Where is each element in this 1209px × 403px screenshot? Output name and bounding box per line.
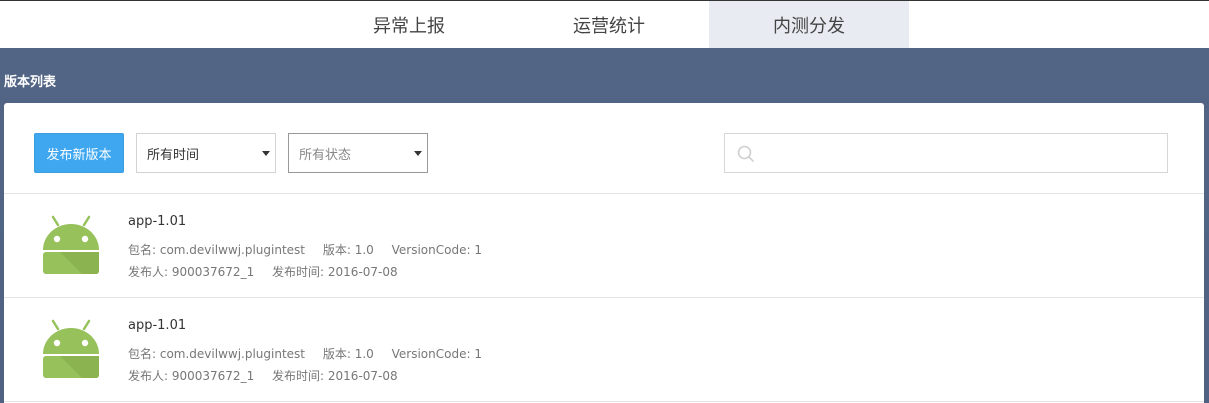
- search-input[interactable]: [724, 133, 1168, 173]
- version-number: 版本: 1.0: [322, 243, 374, 257]
- version-meta-line: 包名: com.devilwwj.plugintest 版本: 1.0 Vers…: [128, 241, 496, 258]
- publish-info-line: 发布人: 900037672_1 发布时间: 2016-07-08: [128, 367, 412, 384]
- tab-exception-report[interactable]: 异常上报: [309, 1, 509, 48]
- android-icon: [43, 319, 99, 378]
- publish-new-version-button[interactable]: 发布新版本: [34, 133, 124, 173]
- list-item[interactable]: app-1.01 包名: com.devilwwj.plugintest 版本:…: [4, 298, 1204, 402]
- publisher: 发布人: 900037672_1: [128, 369, 255, 383]
- version-meta-line: 包名: com.devilwwj.plugintest 版本: 1.0 Vers…: [128, 345, 496, 362]
- section-title: 版本列表: [4, 75, 57, 90]
- tab-operation-stats[interactable]: 运营统计: [509, 1, 709, 48]
- package-name: 包名: com.devilwwj.plugintest: [128, 243, 306, 257]
- version-list-panel: 发布新版本 所有时间 所有状态 app-1.01 包名: com.devilww…: [4, 103, 1204, 403]
- version-number: 版本: 1.0: [322, 347, 374, 361]
- search-icon: [737, 145, 755, 163]
- toolbar: 发布新版本 所有时间 所有状态: [4, 103, 1204, 194]
- list-item[interactable]: app-1.01 包名: com.devilwwj.plugintest 版本:…: [4, 194, 1204, 298]
- time-filter-value: 所有时间: [147, 147, 200, 163]
- publish-time: 发布时间: 2016-07-08: [272, 265, 398, 279]
- chevron-down-icon: [262, 151, 270, 156]
- chevron-down-icon: [414, 151, 422, 156]
- android-icon: [43, 215, 99, 274]
- status-filter-select[interactable]: 所有状态: [288, 133, 428, 173]
- version-name: app-1.01: [128, 214, 187, 229]
- publisher: 发布人: 900037672_1: [128, 265, 255, 279]
- version-name: app-1.01: [128, 318, 187, 333]
- tab-beta-distribution[interactable]: 内测分发: [709, 1, 909, 48]
- version-code: VersionCode: 1: [391, 243, 482, 257]
- publish-time: 发布时间: 2016-07-08: [272, 369, 398, 383]
- version-code: VersionCode: 1: [391, 347, 482, 361]
- top-nav: 异常上报 运营统计 内测分发: [0, 0, 1209, 48]
- status-filter-value: 所有状态: [299, 147, 352, 163]
- time-filter-select[interactable]: 所有时间: [136, 133, 276, 173]
- publish-info-line: 发布人: 900037672_1 发布时间: 2016-07-08: [128, 263, 412, 280]
- package-name: 包名: com.devilwwj.plugintest: [128, 347, 306, 361]
